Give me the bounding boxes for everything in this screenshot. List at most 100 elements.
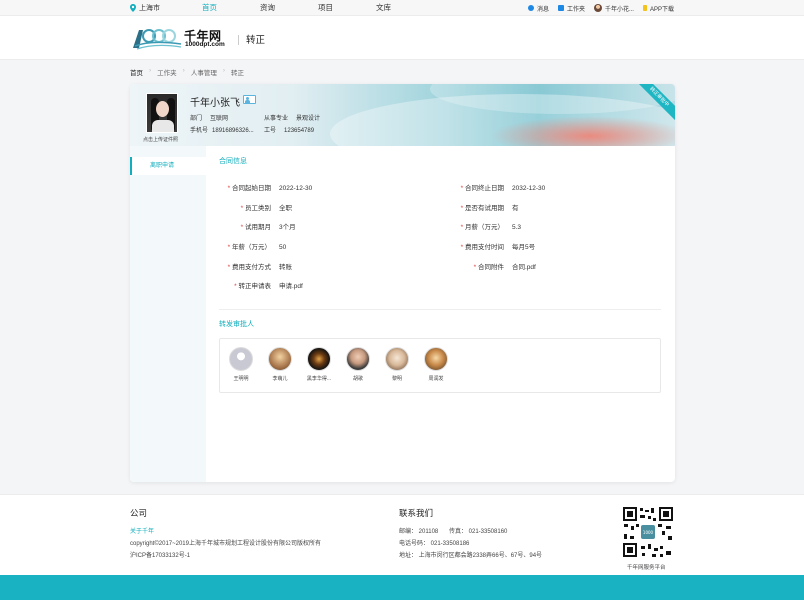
approver-name: 胡歌	[352, 376, 363, 382]
footer-company-title: 公司	[130, 508, 148, 518]
approver-item[interactable]: 胡歌	[341, 347, 375, 382]
approver-name: 黎明	[391, 376, 402, 382]
approver-item[interactable]: 李萌儿	[263, 347, 297, 382]
default-avatar-icon	[229, 347, 253, 371]
site-logo[interactable]: 千年网 1000dpt.com	[131, 26, 231, 52]
probation-months-row: 试用期月 3个月	[225, 221, 296, 231]
nav-news[interactable]: 资询	[260, 0, 318, 16]
approver-name: 李萌儿	[272, 376, 288, 382]
phone-field: 手机号 18916896326...	[190, 125, 254, 134]
major-label: 从事专业	[264, 116, 289, 122]
field-label: 费用支付方式	[225, 261, 271, 271]
phone-icon	[642, 5, 647, 11]
field-label: 转正申请表	[225, 280, 272, 290]
approver-item[interactable]: 黑李华得...	[302, 347, 336, 382]
payment-time-row: 费用支付时间 每月5号	[456, 241, 535, 251]
upload-photo-link[interactable]: 点击上传证件照	[143, 136, 178, 143]
workbench-link[interactable]: 工作夹	[557, 4, 585, 13]
breadcrumb-hr[interactable]: 人事管理	[191, 67, 217, 77]
header-divider	[238, 35, 239, 45]
employee-id-value: 123654789	[284, 128, 315, 134]
page-title: 转正	[246, 35, 266, 46]
address-text: 地址： 上海市闵行区都会路2338弄66号、67号、94号	[399, 553, 543, 559]
logo-domain: 1000dpt.com	[185, 41, 225, 48]
app-download-link[interactable]: APP下载	[642, 4, 674, 13]
nav-projects[interactable]: 项目	[318, 0, 376, 16]
employee-id-label: 工号	[264, 128, 277, 134]
field-label: 年薪（万元）	[225, 241, 271, 251]
section-divider	[219, 309, 661, 310]
breadcrumb-separator: ›	[149, 67, 152, 74]
dept-value: 互联网	[210, 116, 229, 122]
qr-code: 1000	[622, 506, 674, 558]
breadcrumb-home[interactable]: 首页	[130, 67, 143, 77]
field-value: 转账	[279, 264, 292, 271]
approvers-section-title: 转发审批人	[219, 321, 254, 328]
nav-home[interactable]: 首页	[202, 0, 260, 16]
field-label: 员工类别	[225, 202, 271, 212]
top-bar: 上海市 首页 资询 项目 文库 消息 工作夹 千年小花... APP下载	[0, 0, 804, 16]
phone-value: 18916896326...	[212, 128, 254, 134]
contract-attachment-row: 合同附件 合同.pdf	[456, 261, 536, 271]
field-label: 是否有试用期	[456, 202, 504, 212]
field-value: 有	[512, 205, 519, 212]
icp-link[interactable]: 沪ICP备17033132号-1	[130, 550, 190, 559]
avatar	[307, 347, 331, 371]
breadcrumb-workbench[interactable]: 工作夹	[157, 67, 177, 77]
field-value: 2022-12-30	[279, 185, 313, 192]
site-footer: 公司 关于千年 copyright©2017~2019上海千年城市规划工程设计股…	[0, 494, 804, 575]
approver-item[interactable]: 周润发	[419, 347, 453, 382]
approver-name: 周润发	[428, 376, 444, 382]
has-probation-row: 是否有试用期 有	[456, 202, 519, 212]
phone-text: 电话号码： 021-33508186	[399, 541, 470, 547]
employee-type-row: 员工类别 全职	[225, 202, 292, 212]
field-value: 3个月	[279, 224, 296, 231]
profile-photo[interactable]	[146, 93, 178, 133]
nav-library[interactable]: 文库	[376, 0, 434, 16]
messages-link[interactable]: 消息	[527, 4, 549, 13]
breadcrumb-current: 转正	[231, 70, 245, 77]
breadcrumb: 首页 › 工作夹 › 人事管理 › 转正	[130, 67, 244, 77]
location-selector[interactable]: 上海市	[130, 3, 160, 13]
field-value: 2032-12-30	[512, 185, 546, 192]
avatar	[268, 347, 292, 371]
sidebar: 离职申请	[130, 146, 206, 482]
main-card: 转正审批中 点击上传证件照 千年小张飞 部门 互联网 从事专业 景观设计 手机号 18…	[130, 84, 675, 482]
fax-text: 传真： 021-33508160	[449, 529, 508, 535]
approver-item[interactable]: 黎明	[380, 347, 414, 382]
top-right-menu: 消息 工作夹 千年小花... APP下载	[527, 0, 674, 16]
location-text: 上海市	[139, 5, 160, 12]
id-card-icon	[243, 95, 256, 104]
avatar	[346, 347, 370, 371]
top-nav: 首页 资询 项目 文库	[202, 0, 434, 16]
annual-salary-row: 年薪（万元） 50	[225, 241, 286, 251]
field-label: 月薪（万元）	[456, 221, 504, 231]
breadcrumb-separator: ›	[222, 67, 226, 74]
logo-mark-icon	[133, 29, 182, 50]
approver-item[interactable]: 王明明	[224, 347, 258, 382]
avatar	[424, 347, 448, 371]
breadcrumb-separator: ›	[182, 67, 185, 74]
photo-face	[156, 101, 169, 117]
field-label: 试用期月	[225, 221, 271, 231]
regularization-form-file[interactable]: 申请.pdf	[279, 283, 303, 290]
about-link[interactable]: 关于千年	[130, 526, 154, 535]
field-value: 5.3	[512, 224, 522, 231]
avatar	[385, 347, 409, 371]
qr-caption: 千年网服务平台	[627, 565, 666, 571]
contract-start-row: 合同起始日期 2022-12-30	[225, 182, 312, 192]
profile-banner: 转正审批中 点击上传证件照 千年小张飞 部门 互联网 从事专业 景观设计 手机号 18…	[130, 84, 675, 146]
sidebar-item-resignation[interactable]: 离职申请	[130, 157, 206, 175]
monthly-salary-row: 月薪（万元） 5.3	[456, 221, 521, 231]
field-value: 每月5号	[512, 244, 536, 251]
contract-section-title: 合同信息	[219, 158, 247, 165]
messages-label: 消息	[536, 6, 549, 13]
footer-bottom-bar	[0, 575, 804, 600]
contract-attachment-file[interactable]: 合同.pdf	[512, 264, 536, 271]
major-field: 从事专业 景观设计	[264, 113, 320, 122]
app-download-label: APP下载	[649, 6, 674, 13]
photo-shirt	[152, 120, 174, 132]
copyright-text: copyright©2017~2019上海千年城市规划工程设计股份有限公司版权所…	[130, 541, 321, 547]
user-menu[interactable]: 千年小花...	[593, 4, 634, 13]
contract-end-row: 合同终止日期 2032-12-30	[456, 182, 545, 192]
